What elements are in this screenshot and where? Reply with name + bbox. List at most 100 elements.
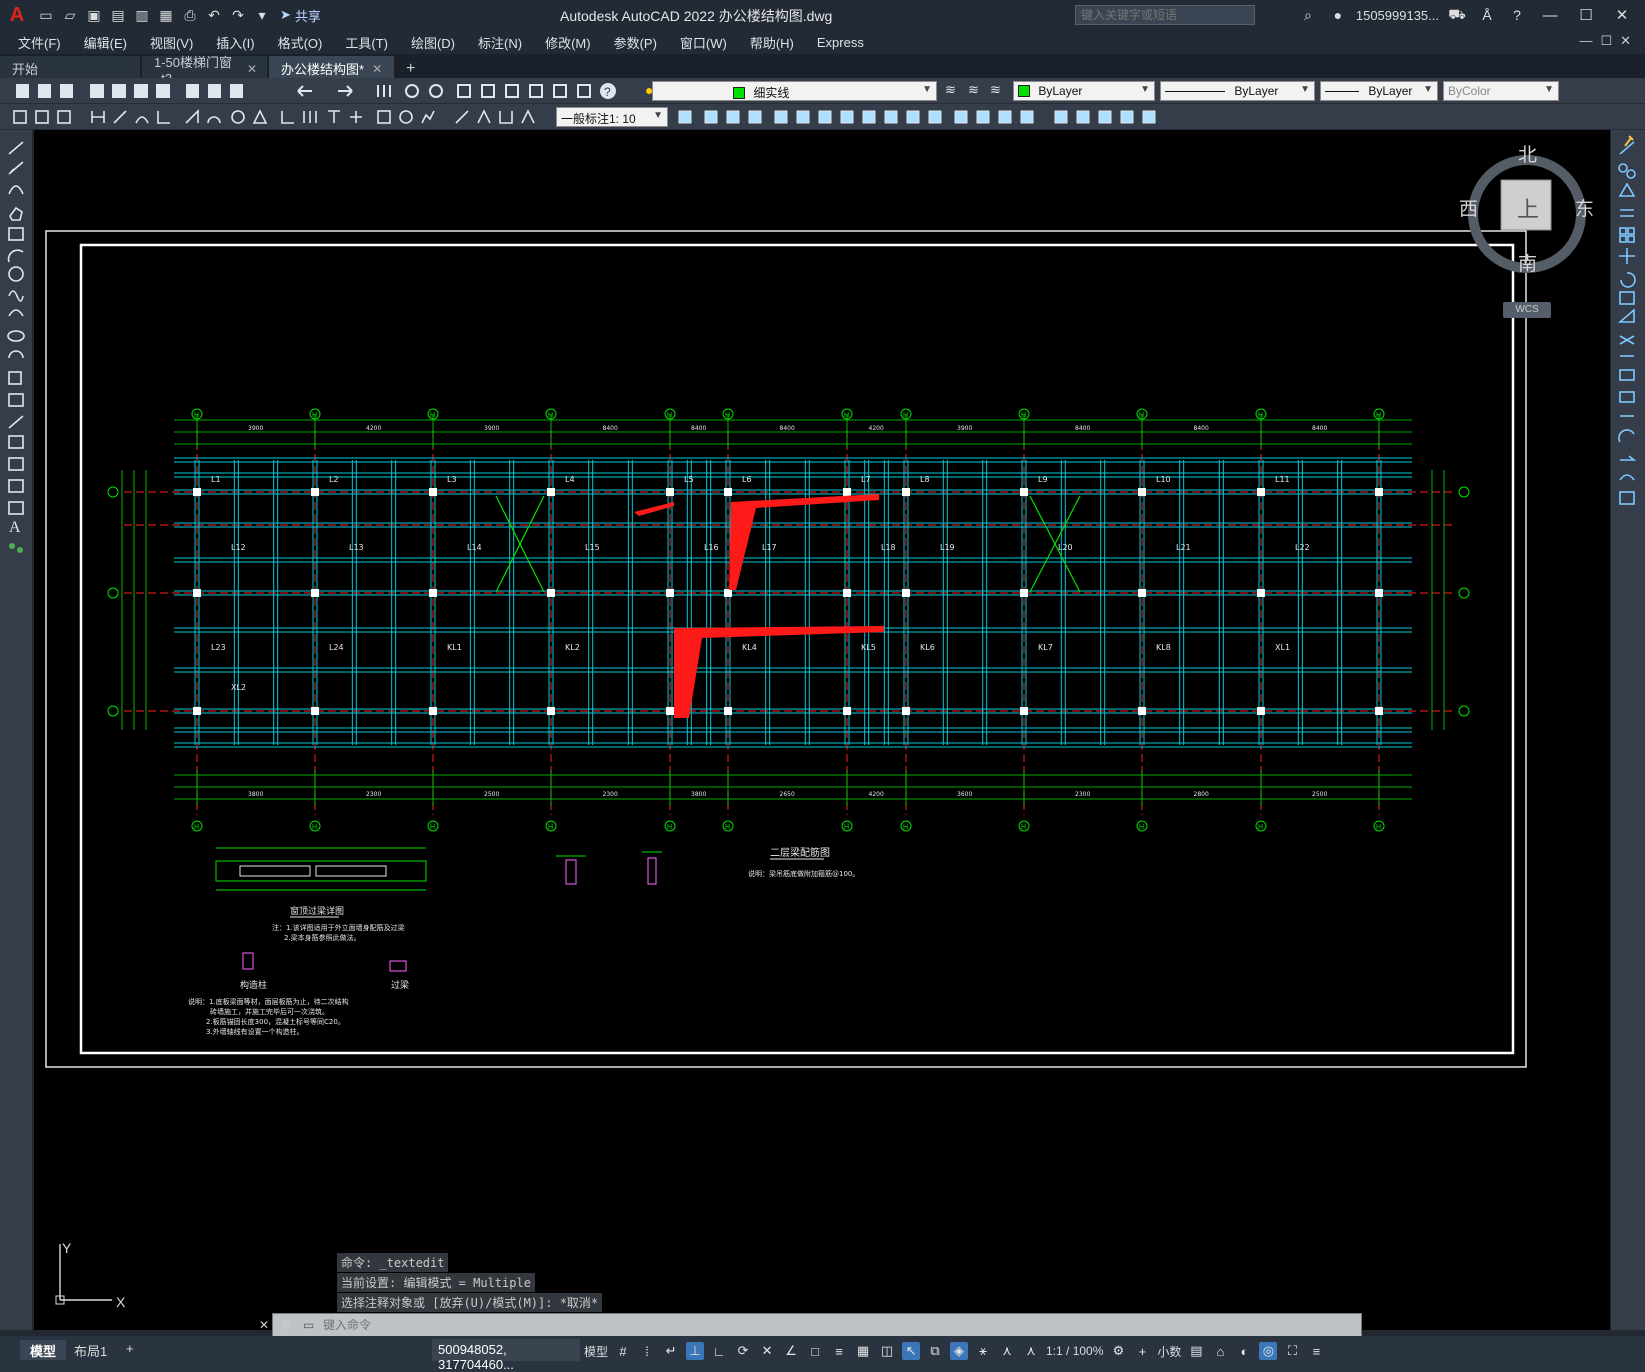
viewcube-west[interactable]: 西 <box>1459 194 1478 221</box>
tab-start[interactable]: 开始 <box>0 56 140 78</box>
lineweight-icon[interactable]: ≡ <box>830 1342 848 1360</box>
menu-modify[interactable]: 修改(M) <box>545 33 591 52</box>
object-snap-tracking-icon[interactable]: ∠ <box>782 1342 800 1360</box>
annotation-scale-value[interactable]: 1:1 / 100% <box>1046 1344 1103 1358</box>
workspace-gear-icon[interactable]: ⚙ <box>1109 1342 1127 1360</box>
units-value[interactable]: 小数 <box>1157 1343 1181 1360</box>
search-icon[interactable]: ⌕ <box>1297 4 1319 26</box>
menu-draw[interactable]: 绘图(D) <box>411 33 455 52</box>
cart-icon[interactable]: ⛟ <box>1446 4 1468 26</box>
selection-cycling-icon[interactable]: ◫ <box>878 1342 896 1360</box>
3d-osnap-icon[interactable]: ↖ <box>902 1342 921 1360</box>
coordinate-readout[interactable]: 500948052, 317704460... <box>432 1339 580 1372</box>
tab-office-structure[interactable]: 办公楼结构图* ✕ <box>269 56 394 78</box>
tab-model[interactable]: 模型 <box>20 1340 67 1360</box>
undo-icon[interactable]: ↶ <box>203 4 225 26</box>
infer-icon[interactable]: ↵ <box>662 1342 680 1360</box>
color-dropdown[interactable]: ByLayer ▼ <box>1013 81 1155 101</box>
open-file-icon[interactable]: ▱ <box>59 4 81 26</box>
web-save-icon[interactable]: ▥ <box>131 4 153 26</box>
annotation-monitor-icon[interactable]: + <box>1133 1342 1151 1360</box>
redo-icon[interactable]: ↷ <box>227 4 249 26</box>
command-customize-icon[interactable]: ⚙ <box>281 1318 292 1332</box>
menu-parametric[interactable]: 参数(P) <box>614 33 657 52</box>
selection-filter-icon[interactable]: ◈ <box>950 1342 969 1360</box>
plotstyle-dropdown[interactable]: ByColor ▼ <box>1443 81 1559 101</box>
isodraft-icon[interactable]: ✕ <box>758 1342 776 1360</box>
model-space-canvas[interactable]: H H H H H H H H H H H H H H H H H H H H H H H H 3900 4200 3900 840… <box>34 130 1610 1330</box>
layer-dropdown[interactable]: 细实线 ▼ <box>652 81 937 101</box>
menu-dimension[interactable]: 标注(N) <box>478 33 522 52</box>
viewcube-south[interactable]: 南 <box>1518 249 1537 276</box>
new-tab-button[interactable]: + <box>396 60 425 78</box>
wcs-button[interactable]: WCS <box>1503 302 1551 318</box>
minimize-icon[interactable]: — <box>1535 7 1565 24</box>
transparency-icon[interactable]: ▦ <box>854 1342 872 1360</box>
structural-drawing[interactable]: H H H H H H H H H H H H H H H H H H H H H H H H 3900 4200 3900 840… <box>34 130 1610 1330</box>
grid-icon[interactable]: # <box>614 1342 632 1360</box>
dimension-toolbar-icons[interactable] <box>8 104 563 130</box>
user-name[interactable]: 1505999135... <box>1356 8 1439 23</box>
menu-view[interactable]: 视图(V) <box>150 33 193 52</box>
tab-stairs-doors[interactable]: 1-50楼梯门窗_t3 ✕ <box>142 55 267 86</box>
viewcube-north[interactable]: 北 <box>1518 140 1537 167</box>
snap-icon[interactable]: ⁞ <box>638 1342 656 1360</box>
gizmo-icon[interactable]: ⚹ <box>974 1342 992 1360</box>
autodesk-a-icon[interactable]: Å <box>1476 4 1498 26</box>
share-button[interactable]: ➤ 共享 <box>280 6 321 25</box>
previous-layer-icon[interactable]: ≋ <box>990 82 1008 100</box>
match-layer-icon[interactable]: ≋ <box>968 82 986 100</box>
quick-access-dropdown-icon[interactable]: ▾ <box>251 4 273 26</box>
save-as-icon[interactable]: ▤ <box>107 4 129 26</box>
menu-edit[interactable]: 编辑(E) <box>84 33 127 52</box>
menu-express[interactable]: Express <box>817 35 864 50</box>
linetype-dropdown[interactable]: ByLayer ▼ <box>1160 81 1315 101</box>
help-icon[interactable]: ? <box>1506 4 1528 26</box>
object-snap-icon[interactable]: □ <box>806 1342 824 1360</box>
dimstyle-dropdown[interactable]: 一般标注1: 10 ▼ <box>556 107 668 127</box>
clean-screen-icon[interactable]: ⛶ <box>1283 1342 1301 1360</box>
lock-ui-icon[interactable]: ⌂ <box>1211 1342 1229 1360</box>
polar-icon[interactable]: ⟳ <box>734 1342 752 1360</box>
tab-close-icon[interactable]: ✕ <box>372 62 382 76</box>
annotation-scale-icon[interactable]: ⋏ <box>1022 1342 1040 1360</box>
menu-format[interactable]: 格式(O) <box>278 33 323 52</box>
maximize-icon[interactable]: ☐ <box>1571 6 1601 24</box>
dynamic-ucs-icon[interactable]: ⧉ <box>926 1342 944 1360</box>
modify-toolbar-icons[interactable] <box>675 104 1165 130</box>
autocad-logo-icon[interactable]: A <box>0 0 34 30</box>
add-layout-button[interactable]: + <box>116 1340 144 1360</box>
tab-layout1[interactable]: 布局1 <box>64 1340 117 1360</box>
draw-palette-icons[interactable]: A <box>0 130 32 570</box>
plot-icon[interactable]: ⎙ <box>179 4 201 26</box>
user-icon[interactable]: ● <box>1327 4 1349 26</box>
annotation-visibility-icon[interactable]: ⋏ <box>998 1342 1016 1360</box>
dynamic-input-icon[interactable]: ⊥ <box>686 1342 705 1360</box>
tab-close-icon[interactable]: ✕ <box>247 62 257 76</box>
menu-file[interactable]: 文件(F) <box>18 33 61 52</box>
doc-window-controls[interactable]: —☐✕ <box>1579 33 1639 49</box>
modify-palette-icons[interactable] <box>1611 130 1645 530</box>
model-space-toggle[interactable]: 模型 <box>584 1343 608 1360</box>
save-icon[interactable]: ▣ <box>83 4 105 26</box>
customization-icon[interactable]: ≡ <box>1307 1342 1325 1360</box>
close-icon[interactable]: ✕ <box>1607 6 1637 24</box>
command-close-icon[interactable]: ✕ <box>259 1318 269 1332</box>
lineweight-dropdown[interactable]: ByLayer ▼ <box>1320 81 1438 101</box>
menu-insert[interactable]: 插入(I) <box>216 33 254 52</box>
publish-icon[interactable]: ▦ <box>155 4 177 26</box>
menu-window[interactable]: 窗口(W) <box>680 33 727 52</box>
quick-properties-icon[interactable]: ▤ <box>1187 1342 1205 1360</box>
ortho-icon[interactable]: ∟ <box>710 1342 728 1360</box>
new-file-icon[interactable]: ▭ <box>35 4 57 26</box>
viewcube-top-face[interactable]: 上 <box>1517 192 1539 224</box>
viewcube-east[interactable]: 东 <box>1575 194 1594 221</box>
menu-help[interactable]: 帮助(H) <box>750 33 794 52</box>
isolate-objects-icon[interactable]: ◐ <box>1235 1342 1253 1360</box>
layer-states-icon[interactable]: ≋ <box>945 82 963 100</box>
command-input[interactable] <box>323 1317 1223 1333</box>
standard-toolbar-icons[interactable]: ? <box>8 78 678 104</box>
graphics-performance-icon[interactable]: ◎ <box>1259 1342 1278 1360</box>
menu-tools[interactable]: 工具(T) <box>345 33 388 52</box>
search-input[interactable] <box>1075 5 1255 25</box>
